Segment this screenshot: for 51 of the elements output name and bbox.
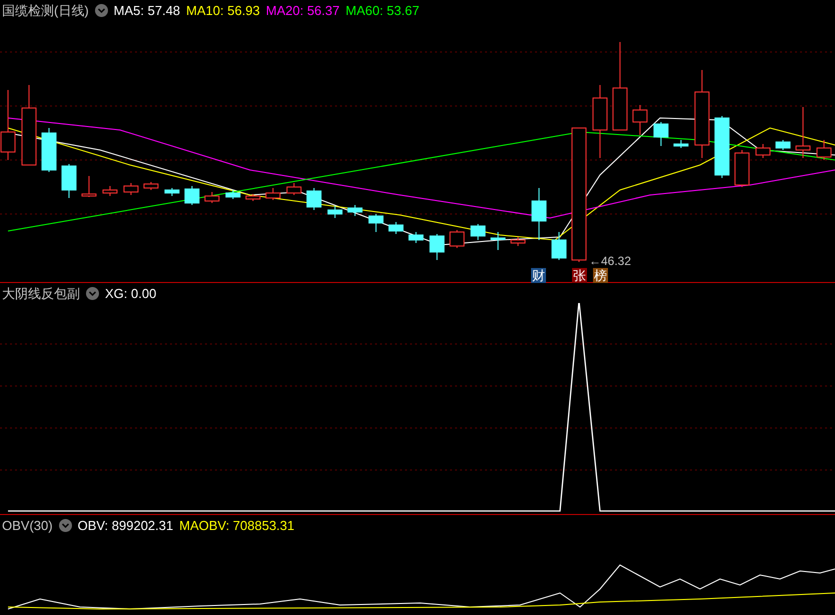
- chevron-down-icon[interactable]: [94, 4, 108, 16]
- candlestick: [714, 116, 730, 178]
- candlestick: [204, 192, 220, 204]
- candlestick: [430, 234, 444, 260]
- event-badge[interactable]: 财: [531, 268, 546, 283]
- indicator-value: XG: 0.00: [105, 286, 156, 300]
- candlestick: [470, 224, 486, 240]
- candlestick: [388, 222, 404, 234]
- indicator-value: MA10: 56.93: [186, 4, 260, 16]
- indicator-value: OBV: 899202.31: [78, 518, 174, 532]
- candlestick: [368, 214, 384, 232]
- panel-title: 国缆检测(日线): [2, 4, 89, 16]
- indicator-value: MA20: 56.37: [266, 4, 340, 16]
- candlestick: [776, 140, 790, 150]
- candlestick: [450, 230, 464, 248]
- candlestick: [328, 206, 342, 218]
- candlestick: [102, 186, 118, 196]
- candlestick: [510, 236, 526, 246]
- low-price-label: ←46.32: [589, 255, 632, 267]
- candlestick: [796, 106, 810, 158]
- candlestick: [348, 204, 362, 216]
- candlestick: [246, 194, 260, 202]
- chevron-down-icon[interactable]: [86, 286, 99, 300]
- candlestick: [82, 176, 96, 198]
- candlestick: [266, 188, 280, 200]
- candlestick: [734, 150, 750, 188]
- candlestick: [408, 232, 424, 244]
- candlestick: [62, 164, 76, 198]
- candlestick: [816, 140, 832, 160]
- event-badge[interactable]: 榜: [593, 268, 608, 283]
- candlestick: [184, 186, 200, 206]
- candlestick: [226, 190, 240, 200]
- indicator-value: MA5: 57.48: [114, 4, 180, 16]
- indicator-value: MAOBV: 708853.31: [179, 518, 294, 532]
- indicator-value: MA60: 53.67: [346, 4, 420, 16]
- candlestick: [42, 128, 56, 172]
- candlestick: [552, 232, 566, 260]
- chevron-down-icon[interactable]: [58, 518, 72, 532]
- candlestick: [286, 182, 302, 196]
- panel-title: OBV(30): [2, 518, 53, 532]
- candlestick: [306, 188, 322, 210]
- candlestick: [144, 182, 158, 190]
- candlestick: [756, 144, 770, 158]
- candlestick: [532, 188, 546, 240]
- candlestick: [654, 122, 668, 146]
- panel-title: 大阴线反包副: [2, 286, 80, 300]
- candlestick: [124, 182, 138, 196]
- candlestick: [674, 140, 688, 148]
- candlestick: [490, 232, 506, 250]
- candlestick: [632, 104, 648, 136]
- event-badge[interactable]: 张: [572, 268, 587, 283]
